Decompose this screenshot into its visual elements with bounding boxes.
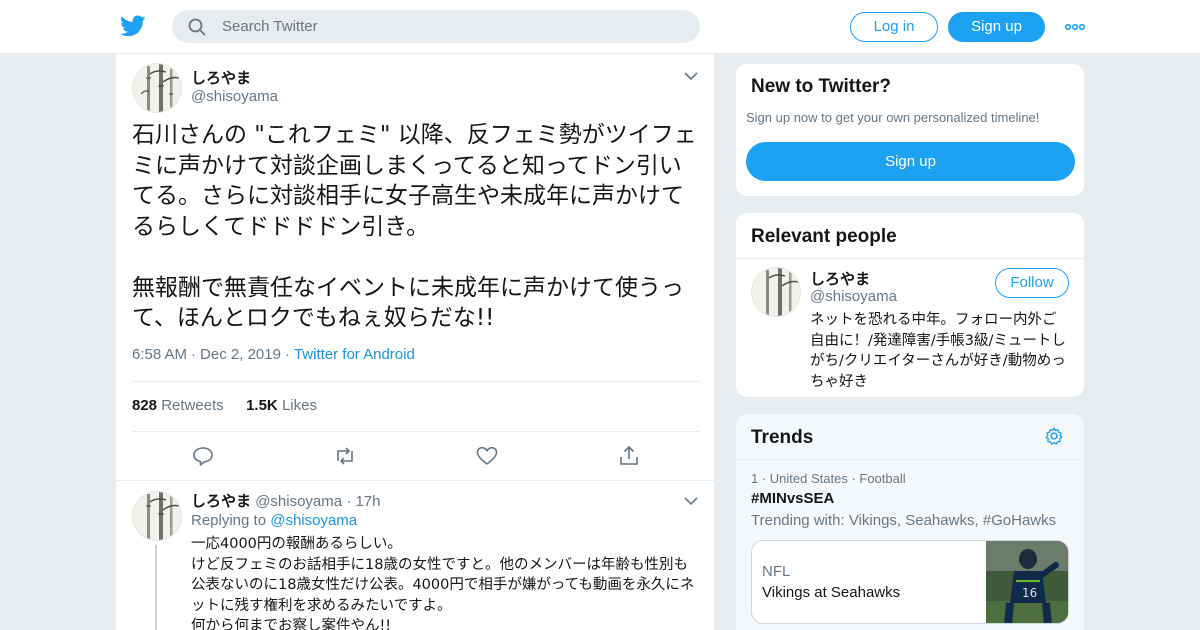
likes-count[interactable]: 1.5K <box>246 397 278 414</box>
divider <box>736 258 1084 259</box>
person-handle[interactable]: @shisoyama <box>810 288 897 305</box>
new-to-twitter-title: New to Twitter? <box>751 76 892 97</box>
person-bio: ネットを恐れる中年。フォロー内外ご自由に！/発達障害/手帳3級/ミュートしがち/… <box>810 312 1066 390</box>
trends-title: Trends <box>751 427 814 448</box>
likes-label[interactable]: Likes <box>282 397 317 414</box>
reply-author-handle[interactable]: @shisoyama <box>255 493 342 510</box>
divider <box>736 459 1084 460</box>
top-bar: Log in Sign up <box>0 0 1200 54</box>
retweets-count[interactable]: 828 <box>132 397 157 414</box>
bamboo-avatar-image <box>133 492 181 540</box>
tweet-date[interactable]: Dec 2, 2019 <box>200 346 281 363</box>
bamboo-avatar-image <box>133 64 181 112</box>
football-player-image: 16 <box>986 541 1068 623</box>
separator-dot: · <box>284 346 290 363</box>
tweet-timestamp[interactable]: 6:58 AM · Dec 2, 2019 · Twitter for Android <box>132 346 415 363</box>
thread-line <box>155 545 157 630</box>
news-category: NFL <box>762 563 791 580</box>
tweet-text: 石川さんの "これフェミ" 以降、反フェミ勢がツイフェミに声かけて対談企画しまく… <box>132 122 697 331</box>
reply-author-name[interactable]: しろやま <box>191 493 251 510</box>
trend-name-link[interactable]: #MINvsSEA <box>751 490 834 507</box>
more-dots-icon[interactable] <box>1064 19 1086 35</box>
sign-up-button[interactable]: Sign up <box>948 12 1045 42</box>
replying-to: Replying to @shisoyama <box>191 512 357 529</box>
avatar[interactable] <box>132 63 182 113</box>
separator-dot: · <box>346 493 352 510</box>
trend-news-card[interactable]: NFL Vikings at Seahawks 16 <box>751 540 1069 624</box>
tweet-stats: 828 Retweets 1.5K Likes <box>132 397 317 414</box>
relevant-people-title: Relevant people <box>751 226 897 247</box>
divider <box>132 381 700 382</box>
tweet-author-handle[interactable]: @shisoyama <box>191 88 278 105</box>
replying-to-label: Replying to <box>191 512 267 529</box>
tweet-author-name[interactable]: しろやま <box>191 67 251 88</box>
svg-text:16: 16 <box>1022 586 1037 600</box>
new-to-twitter-subtitle: Sign up now to get your own personalized… <box>746 110 1040 125</box>
reply-text: 一応4000円の報酬あるらしい。 けど反フェミのお話相手に18歳の女性ですと。他… <box>191 536 695 630</box>
tweet-source-link[interactable]: Twitter for Android <box>294 346 415 363</box>
reply-icon[interactable] <box>190 444 216 468</box>
separator-dot: · <box>191 346 197 363</box>
reply-header: しろやま @shisoyama · 17h <box>191 490 381 511</box>
sidebar-sign-up-button[interactable]: Sign up <box>746 142 1075 181</box>
reply-time[interactable]: 17h <box>355 493 380 510</box>
retweets-label[interactable]: Retweets <box>161 397 224 414</box>
person-name[interactable]: しろやま <box>810 268 870 289</box>
search-icon <box>188 18 206 36</box>
divider <box>116 480 714 481</box>
tweet-time[interactable]: 6:58 AM <box>132 346 187 363</box>
replying-to-link[interactable]: @shisoyama <box>270 512 357 529</box>
search-input[interactable] <box>222 10 682 43</box>
reply-avatar[interactable] <box>132 491 182 541</box>
search-box[interactable] <box>172 10 700 43</box>
retweet-icon[interactable] <box>332 444 358 468</box>
new-to-twitter-card: New to Twitter? Sign up now to get your … <box>735 63 1085 197</box>
chevron-down-icon[interactable] <box>684 496 698 506</box>
divider <box>132 431 700 432</box>
log-in-button[interactable]: Log in <box>850 12 938 42</box>
follow-button[interactable]: Follow <box>995 268 1069 298</box>
person-avatar[interactable] <box>751 267 801 317</box>
tweet-column: しろやま @shisoyama 石川さんの "これフェミ" 以降、反フェミ勢がツ… <box>115 54 715 630</box>
trend-meta: 1 · United States · Football <box>751 471 906 486</box>
gear-icon[interactable] <box>1044 426 1064 446</box>
relevant-people-card: Relevant people しろやま @shisoyama Follow ネ… <box>735 212 1085 398</box>
like-heart-icon[interactable] <box>474 444 500 468</box>
trend-related: Trending with: Vikings, Seahawks, #GoHaw… <box>751 512 1057 529</box>
trends-card: Trends 1 · United States · Football #MIN… <box>735 413 1085 630</box>
bamboo-avatar-image <box>752 268 800 316</box>
chevron-down-icon[interactable] <box>684 71 698 81</box>
news-title[interactable]: Vikings at Seahawks <box>762 584 900 601</box>
share-icon[interactable] <box>616 444 642 468</box>
twitter-bird-icon[interactable] <box>120 13 146 39</box>
